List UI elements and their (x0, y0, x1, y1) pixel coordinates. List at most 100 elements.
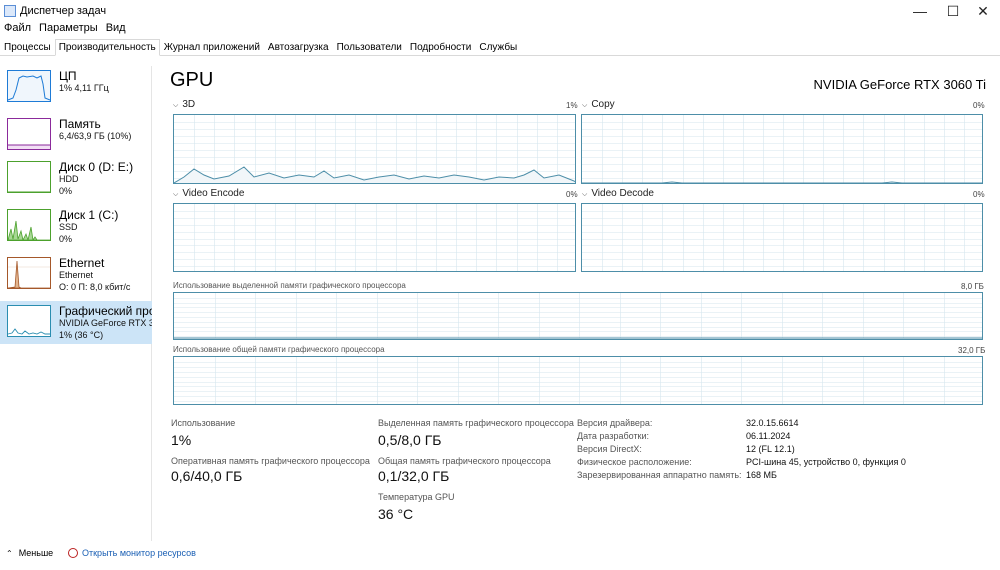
sidebar-item-ethernet[interactable]: Ethernet Ethernet О: 0 П: 8,0 кбит/с (0, 253, 152, 301)
menu-file[interactable]: Файл (0, 22, 35, 38)
engine-selector-video-encode[interactable]: ⌵ Video Encode (173, 188, 244, 199)
sidebar-item-detail-2: О: 0 П: 8,0 кбит/с (59, 282, 131, 292)
fewer-details-button[interactable]: ⌃ Меньше (6, 548, 53, 558)
chevron-down-icon: ⌵ (582, 191, 588, 198)
menu-options[interactable]: Параметры (35, 22, 102, 38)
tab-startup[interactable]: Автозагрузка (264, 39, 333, 55)
usage-value: 1% (171, 432, 192, 448)
dedicated-memory-max: 8,0 ГБ (961, 282, 984, 291)
close-button[interactable]: ✕ (965, 0, 1000, 22)
open-resource-monitor-link[interactable]: Открыть монитор ресурсов (68, 548, 196, 558)
info-value-location: PCI-шина 45, устройство 0, функция 0 (746, 457, 906, 467)
sidebar-item-detail: 6,4/63,9 ГБ (10%) (59, 131, 132, 141)
engine-percent: 0% (566, 190, 578, 199)
info-value-driver-date: 06.11.2024 (746, 431, 791, 441)
engine-percent: 0% (973, 101, 985, 110)
shared-memory-max: 32,0 ГБ (958, 346, 986, 355)
temperature-label: Температура GPU (378, 492, 455, 502)
graph-dedicated-memory-line (174, 337, 982, 339)
dedicated-memory-graph-label: Использование выделенной памяти графичес… (173, 281, 406, 290)
gpu-model-name: NVIDIA GeForce RTX 3060 Ti (813, 77, 986, 92)
temperature-value: 36 °C (378, 506, 414, 522)
engine-percent: 1% (566, 101, 578, 110)
graph-video-decode (581, 203, 983, 272)
engine-label: 3D (182, 99, 196, 110)
sidebar-item-label: ЦП (59, 69, 77, 83)
ethernet-thumbnail (7, 257, 51, 289)
sidebar-item-gpu[interactable]: Графический процессор 0 NVIDIA GeForce R… (0, 301, 152, 344)
engine-selector-copy[interactable]: ⌵ Copy (582, 99, 615, 110)
tab-performance[interactable]: Производительность (54, 39, 160, 56)
tab-details[interactable]: Подробности (406, 39, 475, 55)
resource-monitor-label: Открыть монитор ресурсов (82, 548, 196, 558)
sidebar-item-detail: 1% 4,11 ГГц (59, 83, 109, 93)
page-title: GPU (170, 69, 214, 91)
gpu-ram-label: Оперативная память графического процессо… (171, 456, 370, 466)
dedicated-value: 0,5/8,0 ГБ (378, 432, 442, 448)
shared-value: 0,1/32,0 ГБ (378, 468, 450, 484)
engine-label: Video Encode (182, 188, 245, 199)
tab-bar: Процессы Производительность Журнал прило… (0, 39, 1000, 56)
title-bar: Диспетчер задач (0, 0, 1000, 22)
chevron-down-icon: ⌵ (173, 102, 179, 109)
resource-monitor-icon (68, 548, 78, 558)
footer: ⌃ Меньше Открыть монитор ресурсов (0, 546, 1000, 564)
sidebar: ЦП 1% 4,11 ГГц Память 6,4/63,9 ГБ (10%) … (0, 66, 152, 541)
engine-label: Video Decode (591, 188, 654, 199)
tab-processes[interactable]: Процессы (0, 39, 55, 55)
chevron-down-icon: ⌵ (173, 191, 179, 198)
graph-dedicated-memory (173, 292, 983, 340)
tab-app-history[interactable]: Журнал приложений (160, 39, 264, 55)
graph-shared-memory (173, 356, 983, 405)
info-key-driver-version: Версия драйвера: (577, 418, 653, 428)
sidebar-item-disk1[interactable]: Диск 1 (C:) SSD 0% (0, 205, 152, 253)
info-key-location: Физическое расположение: (577, 457, 692, 467)
sidebar-item-label: Память (59, 117, 101, 131)
sidebar-item-detail: SSD (59, 222, 78, 232)
chevron-down-icon: ⌵ (582, 102, 588, 109)
disk1-thumbnail (7, 209, 51, 241)
gpu-ram-value: 0,6/40,0 ГБ (171, 468, 243, 484)
menu-view[interactable]: Вид (102, 22, 130, 38)
sidebar-item-detail-2: 1% (36 °C) (59, 330, 104, 340)
sidebar-item-cpu[interactable]: ЦП 1% 4,11 ГГц (0, 66, 152, 114)
sidebar-item-detail: HDD (59, 174, 79, 184)
fewer-details-label: Меньше (18, 548, 54, 558)
info-value-directx: 12 (FL 12.1) (746, 444, 795, 454)
sidebar-item-label: Диск 1 (C:) (59, 208, 119, 222)
sidebar-item-label: Ethernet (59, 256, 105, 270)
engine-percent: 0% (973, 190, 985, 199)
sidebar-item-memory[interactable]: Память 6,4/63,9 ГБ (10%) (0, 114, 152, 162)
chevron-up-icon: ⌃ (6, 549, 13, 558)
disk0-thumbnail (7, 161, 51, 193)
sidebar-item-detail-2: 0% (59, 186, 73, 196)
gpu-thumbnail (7, 305, 51, 337)
window-title: Диспетчер задач (20, 5, 107, 17)
engine-selector-video-decode[interactable]: ⌵ Video Decode (582, 188, 654, 199)
graph-grid (582, 204, 982, 271)
cpu-thumbnail (7, 70, 51, 102)
sidebar-item-disk0[interactable]: Диск 0 (D: E:) HDD 0% (0, 157, 152, 205)
dedicated-label: Выделенная память графического процессор… (378, 418, 574, 428)
info-value-driver-version: 32.0.15.6614 (746, 418, 799, 428)
shared-label: Общая память графического процессора (378, 456, 551, 466)
engine-selector-3d[interactable]: ⌵ 3D (173, 99, 195, 110)
graph-video-encode (173, 203, 576, 272)
shared-memory-graph-label: Использование общей памяти графического … (173, 345, 385, 354)
info-value-reserved-memory: 168 МБ (746, 470, 777, 480)
graph-3d-line (174, 166, 575, 183)
info-key-reserved-memory: Зарезервированная аппаратно память: (577, 470, 742, 480)
graph-3d (173, 114, 576, 184)
info-key-driver-date: Дата разработки: (577, 431, 650, 441)
sidebar-item-detail-2: 0% (59, 234, 73, 244)
info-key-directx: Версия DirectX: (577, 444, 642, 454)
tab-services[interactable]: Службы (475, 39, 521, 55)
memory-thumbnail (7, 118, 51, 150)
minimize-button[interactable]: — (902, 0, 938, 22)
graph-copy (581, 114, 983, 184)
tab-users[interactable]: Пользователи (333, 39, 406, 55)
sidebar-item-detail: NVIDIA GeForce RTX 3060 Ti (59, 318, 152, 328)
engine-label: Copy (591, 99, 615, 110)
sidebar-item-label: Графический процессор 0 (59, 304, 152, 318)
menu-bar: Файл Параметры Вид (0, 22, 130, 38)
